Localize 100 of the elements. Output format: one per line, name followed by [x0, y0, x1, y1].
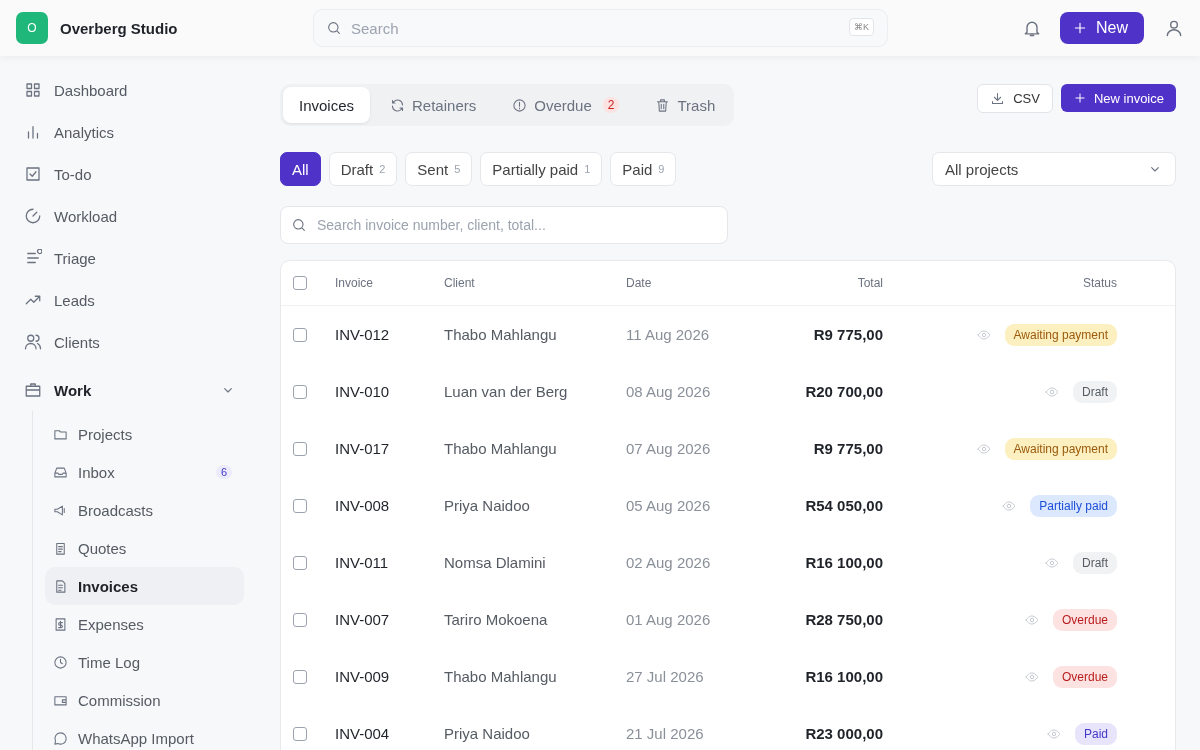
new-button[interactable]: New: [1060, 12, 1144, 44]
briefcase-icon: [24, 381, 42, 399]
row-checkbox[interactable]: [293, 498, 307, 513]
eye-icon[interactable]: [1046, 726, 1061, 741]
eye-icon[interactable]: [1045, 384, 1059, 399]
invoice-number[interactable]: INV-011: [335, 554, 444, 571]
invoice-number[interactable]: INV-004: [335, 725, 444, 742]
sidebar-group[interactable]: Work: [16, 369, 244, 411]
nav-icon: [53, 578, 68, 594]
csv-button[interactable]: CSV: [977, 84, 1053, 113]
sidebar-item[interactable]: Expenses: [45, 605, 244, 643]
nav-icon: [53, 616, 68, 632]
sidebar-item[interactable]: To-do: [16, 153, 244, 195]
client-name: Priya Naidoo: [444, 497, 531, 514]
row-checkbox[interactable]: [293, 726, 307, 741]
sidebar-item[interactable]: Triage: [16, 237, 244, 279]
filter-chip[interactable]: Paid 9: [610, 152, 677, 186]
status-badge: Partially paid: [1030, 494, 1117, 517]
sidebar-item[interactable]: Leads: [16, 279, 244, 321]
row-checkbox[interactable]: [293, 327, 307, 342]
column-header: Status: [1081, 276, 1118, 290]
invoice-date: 07 Aug 2026: [626, 440, 712, 457]
filter-chip[interactable]: All: [280, 152, 321, 186]
client-name: Priya Naidoo: [444, 725, 531, 742]
nav-icon: [53, 464, 68, 480]
invoice-number[interactable]: INV-017: [335, 440, 444, 457]
invoice-date: 27 Jul 2026: [626, 668, 705, 685]
logo: O: [16, 12, 48, 44]
eye-icon[interactable]: [1002, 498, 1017, 513]
sidebar-item[interactable]: Workload: [16, 195, 244, 237]
invoice-total: R9 775,00: [812, 326, 883, 343]
project-dropdown[interactable]: All projects: [932, 152, 1176, 186]
client-name: Luan van der Berg: [444, 383, 569, 400]
status-badge: Overdue: [1052, 608, 1117, 631]
tab-icon: [655, 97, 671, 113]
client-name: Tariro Mokoena: [444, 611, 549, 628]
invoice-number[interactable]: INV-012: [335, 326, 444, 343]
sidebar-item[interactable]: Projects: [45, 415, 244, 453]
new-invoice-button[interactable]: New invoice: [1060, 84, 1176, 112]
sidebar-item[interactable]: Quotes: [45, 529, 244, 567]
status-badge: Draft: [1073, 551, 1117, 574]
invoice-number[interactable]: INV-009: [335, 668, 444, 685]
invoice-date: 08 Aug 2026: [626, 383, 712, 400]
eye-icon[interactable]: [1024, 669, 1039, 684]
sidebar-item[interactable]: Clients: [16, 321, 244, 363]
sidebar-item[interactable]: Analytics: [16, 111, 244, 153]
eye-icon[interactable]: [976, 327, 991, 342]
nav-icon: [53, 654, 68, 670]
tab[interactable]: Retainers: [374, 87, 493, 123]
sidebar-item[interactable]: Inbox 6: [45, 453, 244, 491]
invoice-number[interactable]: INV-007: [335, 611, 444, 628]
sidebar-item[interactable]: Commission: [45, 681, 244, 719]
nav-icon: [53, 730, 68, 746]
filter-chip[interactable]: Partially paid 1: [480, 152, 603, 186]
column-header: Client: [444, 276, 476, 290]
filter-chip[interactable]: Draft 2: [328, 152, 398, 186]
nav-icon: [53, 540, 68, 556]
invoice-date: 21 Jul 2026: [626, 725, 705, 742]
invoice-number[interactable]: INV-010: [335, 383, 444, 400]
tab[interactable]: Invoices: [283, 87, 371, 123]
row-checkbox[interactable]: [293, 612, 307, 627]
sidebar-item[interactable]: Dashboard: [16, 69, 244, 111]
row-checkbox[interactable]: [293, 555, 307, 570]
filter-chip[interactable]: Sent 5: [405, 152, 473, 186]
tab-icon: [390, 97, 406, 113]
status-badge: Overdue: [1052, 665, 1117, 688]
nav-icon: [24, 81, 42, 99]
tab-icon: [512, 97, 528, 113]
invoice-date: 05 Aug 2026: [626, 497, 712, 514]
nav-icon: [24, 333, 42, 351]
invoice-total: R23 000,00: [804, 725, 883, 742]
invoice-date: 11 Aug 2026: [626, 326, 711, 343]
tab[interactable]: Overdue 2: [496, 87, 636, 123]
tab[interactable]: Trash: [639, 87, 732, 123]
invoice-total: R16 100,00: [804, 668, 883, 685]
row-checkbox[interactable]: [293, 384, 307, 399]
select-all-checkbox[interactable]: [293, 276, 307, 290]
eye-icon[interactable]: [1045, 555, 1059, 570]
sidebar-item[interactable]: WhatsApp Import: [45, 719, 244, 750]
client-name: Thabo Mahlangu: [444, 668, 558, 685]
status-badge: Awaiting payment: [1004, 437, 1117, 460]
eye-icon[interactable]: [1024, 612, 1039, 627]
row-checkbox[interactable]: [293, 669, 307, 684]
nav-icon: [24, 165, 42, 183]
invoice-number[interactable]: INV-008: [335, 497, 444, 514]
sidebar-item[interactable]: Broadcasts: [45, 491, 244, 529]
status-badge: Awaiting payment: [1004, 323, 1117, 346]
shortcut-hint: ⌘K: [849, 18, 874, 36]
invoice-date: 02 Aug 2026: [626, 554, 712, 571]
sidebar-item[interactable]: Time Log: [45, 643, 244, 681]
count-badge: 2: [602, 97, 620, 113]
sidebar-item[interactable]: Invoices: [45, 567, 244, 605]
client-name: Thabo Mahlangu: [444, 440, 558, 457]
row-checkbox[interactable]: [293, 441, 307, 456]
status-badge: Draft: [1073, 380, 1117, 403]
app-name: Overberg Studio: [60, 19, 178, 37]
invoice-search-field[interactable]: Search invoice number, client, total...: [280, 206, 728, 244]
eye-icon[interactable]: [976, 441, 991, 456]
client-name: Thabo Mahlangu: [444, 326, 558, 343]
user-icon[interactable]: [1164, 18, 1184, 38]
